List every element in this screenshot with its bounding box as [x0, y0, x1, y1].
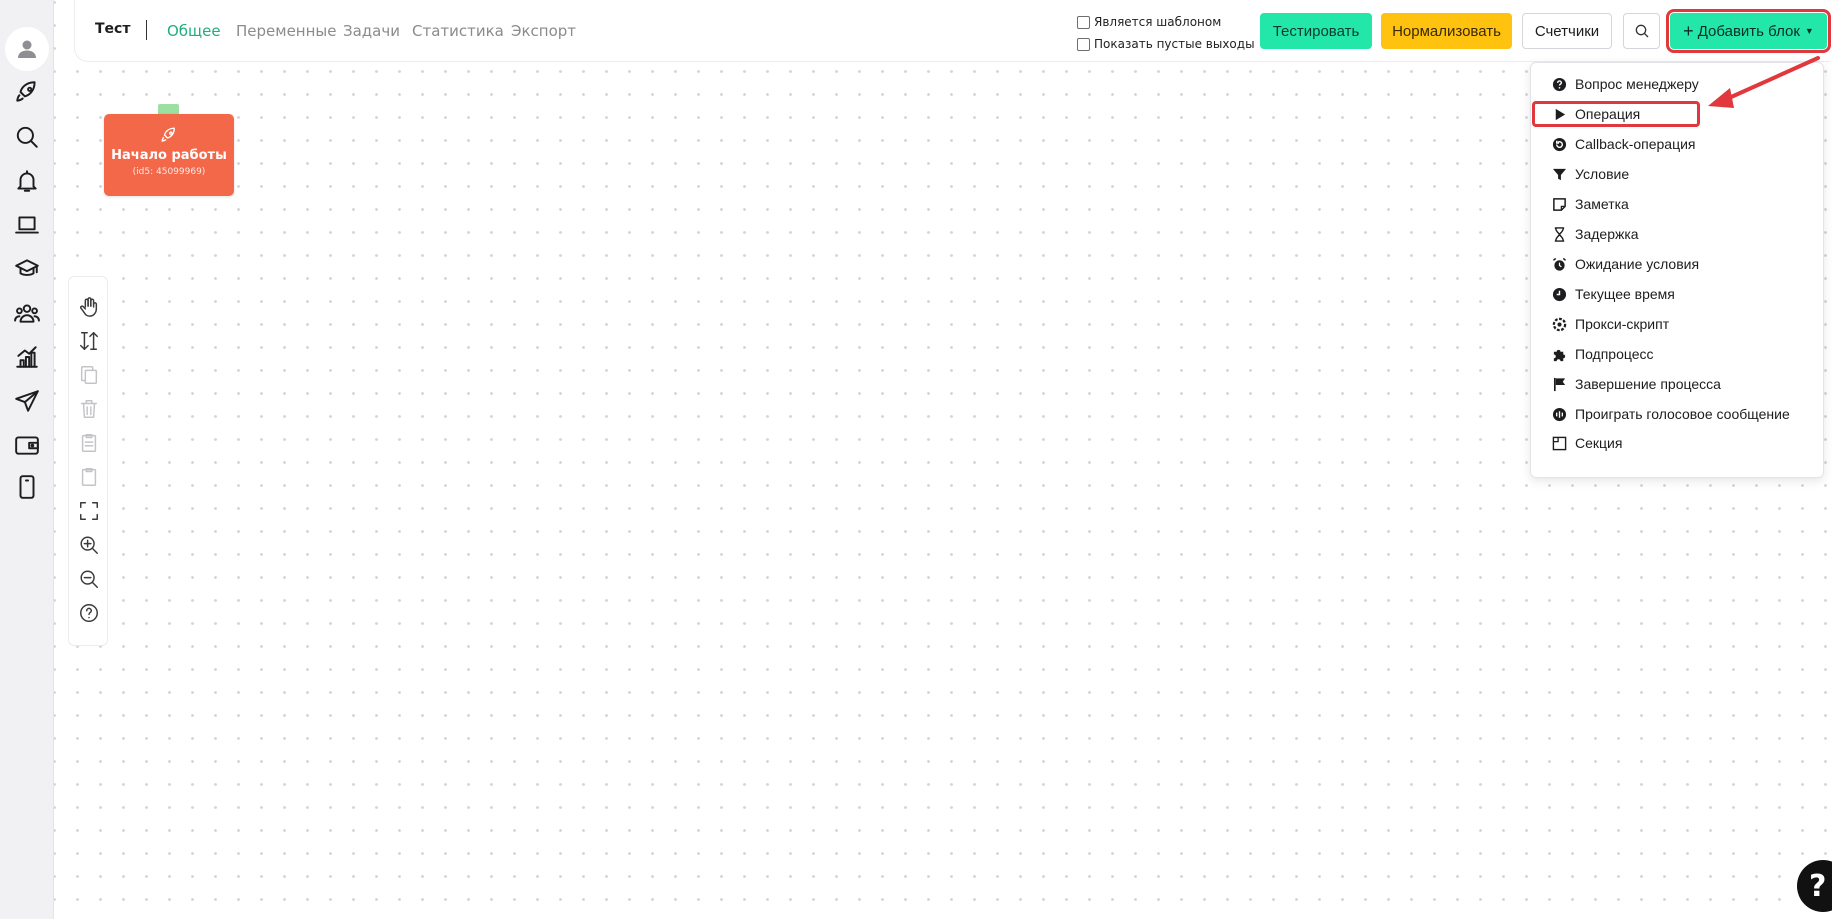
counters-button[interactable]: Счетчики — [1522, 13, 1612, 49]
graduation-cap-icon[interactable] — [7, 249, 47, 289]
plus-icon: + — [1683, 20, 1694, 41]
normalize-button[interactable]: Нормализовать — [1381, 13, 1512, 49]
menu-item-label: Задержка — [1575, 226, 1639, 242]
menu-item-label: Завершение процесса — [1575, 376, 1721, 392]
show-empty-outputs-label: Показать пустые выходы — [1094, 37, 1255, 51]
search-icon — [1635, 24, 1648, 38]
add-block-label: Добавить блок — [1697, 22, 1800, 40]
start-node-title: Начало работы — [111, 148, 227, 163]
trash-icon[interactable] — [77, 397, 101, 421]
top-toolbar: Тест Общее Переменные Задачи Статистика … — [74, 0, 1831, 62]
menu-item-current-time[interactable]: Текущее время — [1551, 280, 1819, 308]
template-checkbox-row[interactable]: Является шаблоном — [1077, 12, 1255, 32]
start-node-id: (id5: 45099969) — [132, 167, 206, 177]
laptop-icon[interactable] — [7, 205, 47, 245]
caret-down-icon: ▼ — [1804, 26, 1814, 36]
zoom-in-icon[interactable] — [77, 533, 101, 557]
mobile-phone-icon[interactable] — [7, 467, 47, 507]
add-block-button[interactable]: + Добавить блок ▼ — [1666, 9, 1831, 53]
menu-item-note[interactable]: Заметка — [1551, 190, 1819, 218]
copy-icon[interactable] — [77, 363, 101, 387]
help-circle-icon[interactable] — [77, 601, 101, 625]
page-title: Тест — [95, 21, 131, 37]
options-checkboxes: Является шаблоном Показать пустые выходы — [1077, 12, 1255, 56]
callback-icon — [1551, 136, 1567, 152]
is-template-checkbox[interactable] — [1077, 15, 1090, 29]
empty-outputs-checkbox-row[interactable]: Показать пустые выходы — [1077, 34, 1255, 54]
menu-item-section[interactable]: Секция — [1551, 429, 1819, 457]
flag-icon — [1551, 376, 1567, 392]
puzzle-icon — [1551, 346, 1567, 362]
section-icon — [1551, 435, 1567, 451]
menu-item-process-end[interactable]: Завершение процесса — [1551, 370, 1819, 398]
question-circle-icon — [1551, 76, 1567, 92]
analytics-icon[interactable] — [7, 337, 47, 377]
wallet-icon[interactable] — [7, 425, 47, 465]
note-icon — [1551, 196, 1567, 212]
tab-tasks[interactable]: Задачи — [343, 22, 400, 40]
clipboard-icon[interactable] — [77, 465, 101, 489]
menu-item-subprocess[interactable]: Подпроцесс — [1551, 340, 1819, 368]
help-button-label: ? — [1809, 868, 1827, 904]
menu-item-proxy-script[interactable]: Прокси-скрипт — [1551, 310, 1819, 338]
menu-item-label: Заметка — [1575, 196, 1629, 212]
canvas-tool-palette — [68, 276, 108, 646]
title-divider — [146, 20, 147, 40]
menu-item-label: Текущее время — [1575, 286, 1675, 302]
filter-icon — [1551, 166, 1567, 182]
send-icon[interactable] — [7, 381, 47, 421]
test-button[interactable]: Тестировать — [1260, 13, 1372, 49]
team-icon[interactable] — [7, 293, 47, 333]
sort-arrows-icon[interactable] — [77, 329, 101, 353]
tab-export[interactable]: Экспорт — [511, 22, 576, 40]
paste-icon[interactable] — [77, 431, 101, 455]
menu-item-label: Операция — [1575, 106, 1641, 122]
tab-statistics[interactable]: Статистика — [412, 22, 504, 40]
add-block-dropdown: Вопрос менеджеру Операция Callback-опера… — [1530, 62, 1824, 478]
start-node[interactable]: Начало работы (id5: 45099969) — [104, 114, 234, 196]
menu-item-condition[interactable]: Условие — [1551, 160, 1819, 188]
voice-icon — [1551, 406, 1567, 422]
menu-item-delay[interactable]: Задержка — [1551, 220, 1819, 248]
app-root: Тест Общее Переменные Задачи Статистика … — [0, 0, 1832, 919]
tab-variables[interactable]: Переменные — [236, 22, 337, 40]
bell-icon[interactable] — [7, 161, 47, 201]
show-empty-outputs-checkbox[interactable] — [1077, 37, 1090, 51]
zoom-out-icon[interactable] — [77, 567, 101, 591]
hourglass-icon — [1551, 226, 1567, 242]
annotation-arrow — [1708, 56, 1820, 108]
menu-item-label: Проиграть голосовое сообщение — [1575, 406, 1790, 422]
menu-item-label: Секция — [1575, 435, 1623, 451]
menu-item-label: Условие — [1575, 166, 1630, 182]
rocket-icon[interactable] — [7, 72, 47, 112]
menu-item-label: Вопрос менеджеру — [1575, 76, 1699, 92]
alarm-clock-icon — [1551, 256, 1567, 272]
user-icon — [18, 40, 36, 58]
canvas-search-button[interactable] — [1623, 13, 1660, 49]
tab-general[interactable]: Общее — [167, 22, 221, 40]
menu-item-label: Callback-операция — [1575, 136, 1696, 152]
proxy-icon — [1551, 316, 1567, 332]
menu-item-label: Ожидание условия — [1575, 256, 1700, 272]
menu-item-callback-operation[interactable]: Callback-операция — [1551, 130, 1819, 158]
hand-tool-icon[interactable] — [77, 295, 101, 319]
play-icon — [1551, 106, 1567, 122]
rocket-icon — [104, 126, 234, 146]
menu-item-label: Прокси-скрипт — [1575, 316, 1670, 332]
menu-item-play-voice[interactable]: Проиграть голосовое сообщение — [1551, 400, 1819, 428]
user-avatar[interactable] — [5, 27, 49, 71]
menu-item-label: Подпроцесс — [1575, 346, 1654, 362]
is-template-label: Является шаблоном — [1094, 15, 1222, 29]
fit-screen-icon[interactable] — [77, 499, 101, 523]
left-sidebar — [0, 0, 54, 919]
clock-icon — [1551, 286, 1567, 302]
search-icon[interactable] — [7, 117, 47, 157]
start-node-connector[interactable] — [158, 104, 179, 114]
menu-item-wait-condition[interactable]: Ожидание условия — [1551, 250, 1819, 278]
